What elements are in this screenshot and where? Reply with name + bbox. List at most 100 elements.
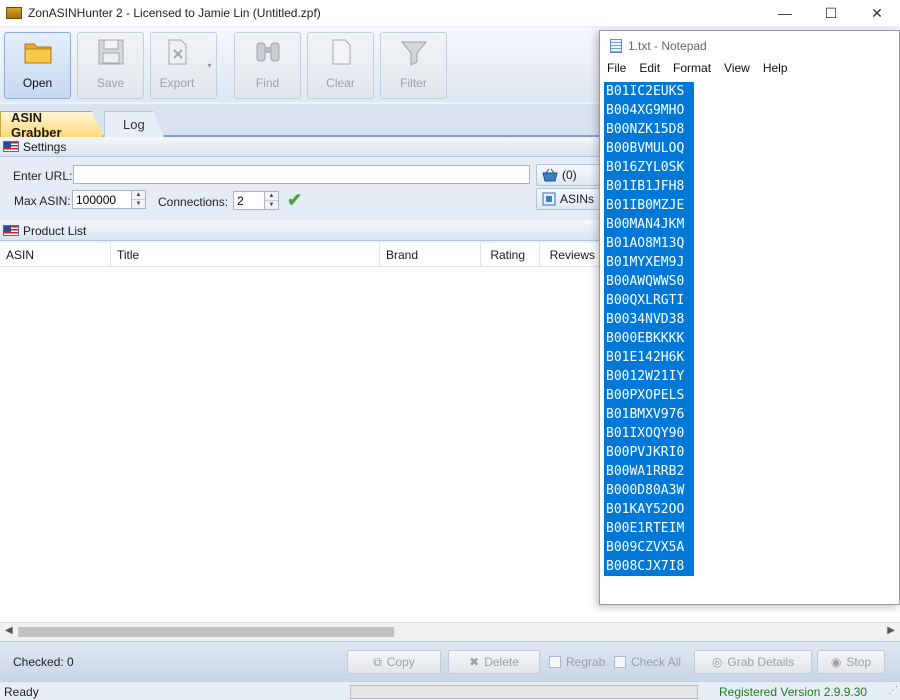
checkbox-box[interactable] [549,656,561,668]
blank-page-icon [332,39,350,65]
funnel-icon [400,41,427,66]
spin-up-icon[interactable]: ▲ [265,192,278,200]
minimize-button[interactable]: — [762,0,808,26]
notepad-line: B00AWQWWS0 [604,272,695,291]
export-dropdown-arrow[interactable]: ▾ [203,32,217,99]
asins-label: ASINs [559,192,594,206]
tab-asin-grabber[interactable]: ASIN Grabber [0,111,104,137]
product-list-title: Product List [23,223,87,238]
maximize-button[interactable]: ☐ [808,0,854,26]
clear-label: Clear [326,76,355,90]
basket-icon [542,168,558,182]
max-asin-input[interactable] [72,190,132,209]
checked-count: Checked: 0 [13,655,74,669]
find-button[interactable]: Find [234,32,301,99]
notepad-line: B00BVMULOQ [604,139,695,158]
notepad-line: B01IB0MZJE [604,196,695,215]
status-bar: Ready Registered Version 2.9.9.30 ⋰ [0,681,900,700]
close-button[interactable]: ✕ [854,0,900,26]
spin-down-icon[interactable]: ▼ [132,199,145,208]
notepad-icon [610,39,622,53]
grab-details-icon: ◎ [711,655,723,669]
export-document-icon [168,39,187,65]
us-flag-icon [3,225,19,236]
notepad-line: B00PVJKRI0 [604,443,695,462]
copy-button[interactable]: ⧉ Copy [347,650,441,674]
progress-bar [350,685,698,699]
check-all-checkbox[interactable]: Check All [614,655,681,669]
notepad-line: B009CZVX5A [604,538,695,557]
notepad-menu-view[interactable]: View [724,61,750,79]
notepad-line: B00QXLRGTI [604,291,695,310]
copy-label: Copy [386,655,415,669]
status-text: Ready [4,685,39,699]
stop-button[interactable]: ◉ Stop [817,650,885,674]
basket-button[interactable]: (0) [536,164,600,186]
connections-label: Connections: [158,195,229,209]
notepad-menu-file[interactable]: File [607,61,626,79]
clear-button[interactable]: Clear [307,32,374,99]
grab-details-button[interactable]: ◎ Grab Details [694,650,812,674]
notepad-line: B00PXOPELS [604,386,695,405]
column-header-brand[interactable]: Brand [380,243,481,267]
notepad-title: 1.txt - Notepad [628,39,707,53]
notepad-line: B00WA1RRB2 [604,462,695,481]
url-input[interactable] [73,165,530,184]
notepad-line: B000D80A3W [604,481,695,500]
spin-up-icon[interactable]: ▲ [132,191,145,199]
column-header-title[interactable]: Title [111,243,380,267]
tab-log[interactable]: Log [104,111,164,137]
connections-spinner[interactable]: ▲ ▼ [265,191,279,210]
action-bar: Checked: 0 ⧉ Copy ✖ Delete Regrab Check … [0,641,900,681]
notepad-line: B0012W21IY [604,367,695,386]
horizontal-scrollbar[interactable]: ◀ ▶ [0,622,900,640]
column-header-rating[interactable]: Rating [481,243,540,267]
notepad-line: B01KAY52OO [604,500,695,519]
regrab-checkbox[interactable]: Regrab [549,655,605,669]
checkmark-icon: ✔ [287,190,303,210]
notepad-menu-bar: File Edit Format View Help [600,61,899,79]
version-text: Registered Version 2.9.9.30 [719,685,868,699]
notepad-window[interactable]: 1.txt - Notepad File Edit Format View Help B… [599,30,900,605]
checkbox-box[interactable] [614,656,626,668]
notepad-menu-format[interactable]: Format [673,61,711,79]
notepad-menu-edit[interactable]: Edit [639,61,660,79]
notepad-line: B01BMXV976 [604,405,695,424]
spin-down-icon[interactable]: ▼ [265,200,278,209]
stop-icon: ◉ [830,655,842,669]
title-bar: ZonASINHunter 2 - Licensed to Jamie Lin … [0,0,900,26]
delete-icon: ✖ [469,655,480,669]
url-label: Enter URL: [13,169,73,183]
notepad-text-area[interactable]: B01IC2EUKS B004XG9MHO B00NZK15D8 B00BVMULOQ… [600,79,899,576]
export-button[interactable]: Export [150,32,204,99]
delete-button[interactable]: ✖ Delete [448,650,540,674]
stop-label: Stop [846,655,872,669]
notepad-line: B008CJX7I8 [604,557,695,576]
column-header-reviews[interactable]: Reviews [540,243,600,267]
filter-button[interactable]: Filter [380,32,447,99]
window-title: ZonASINHunter 2 - Licensed to Jamie Lin … [28,6,321,20]
asins-button[interactable]: ASINs [536,188,600,210]
open-button[interactable]: Open [4,32,71,99]
max-asin-spinner[interactable]: ▲ ▼ [132,190,146,209]
scroll-left-icon[interactable]: ◀ [5,625,13,636]
notepad-menu-help[interactable]: Help [763,61,788,79]
notepad-line: B01IC2EUKS [604,82,695,101]
notepad-line: B000EBKKKK [604,329,695,348]
notepad-line: B016ZYL0SK [604,158,695,177]
connections-input[interactable] [233,191,265,210]
asins-icon [542,192,556,206]
scrollbar-thumb[interactable] [18,627,394,637]
notepad-line: B0034NVD38 [604,310,695,329]
save-label: Save [96,76,125,90]
scroll-right-icon[interactable]: ▶ [887,625,895,636]
basket-count: (0) [562,168,577,182]
open-label: Open [22,76,53,90]
window-controls: — ☐ ✕ [762,0,900,26]
delete-label: Delete [484,655,519,669]
resize-grip-icon[interactable]: ⋰ [888,685,898,696]
regrab-label: Regrab [566,655,606,669]
copy-icon: ⧉ [373,654,382,669]
column-header-asin[interactable]: ASIN [0,243,111,267]
save-button[interactable]: Save [77,32,144,99]
